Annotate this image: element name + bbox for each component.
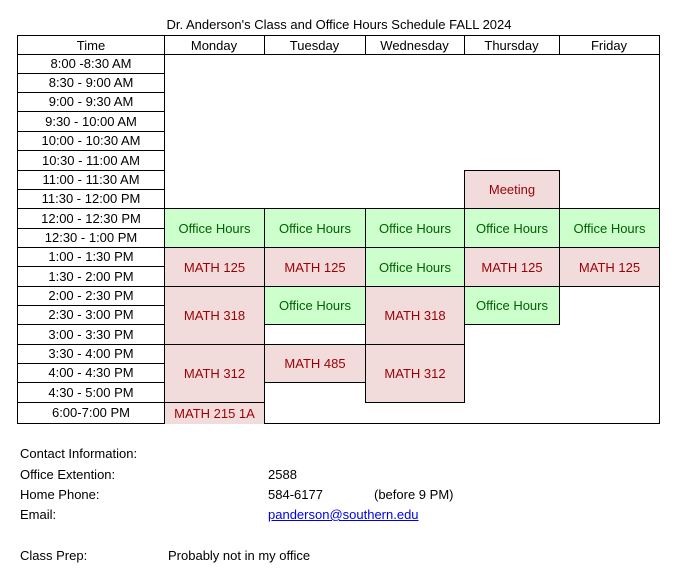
header-thursday: Thursday bbox=[464, 35, 560, 55]
time-slot: 4:30 - 5:00 PM bbox=[17, 382, 165, 403]
schedule-title: Dr. Anderson's Class and Office Hours Sc… bbox=[166, 17, 512, 32]
time-slot: 4:00 - 4:30 PM bbox=[17, 363, 165, 383]
header-time: Time bbox=[17, 35, 165, 55]
event-math-312[interactable]: MATH 312 bbox=[164, 344, 265, 403]
header-friday: Friday bbox=[559, 35, 660, 55]
email-label: Email: bbox=[20, 507, 57, 522]
event-office-hours[interactable]: Office Hours bbox=[559, 208, 660, 248]
event-math-215-1a[interactable]: MATH 215 1A bbox=[164, 402, 265, 424]
event-math-312[interactable]: MATH 312 bbox=[365, 344, 465, 403]
time-slot: 9:00 - 9:30 AM bbox=[17, 92, 165, 112]
event-office-hours[interactable]: Office Hours bbox=[164, 208, 265, 248]
class-prep-value: Probably not in my office bbox=[168, 548, 311, 563]
home-phone-value: 584-6177 bbox=[268, 487, 323, 502]
event-math-125[interactable]: MATH 125 bbox=[264, 247, 366, 287]
office-extension-label: Office Extention: bbox=[20, 467, 116, 482]
event-office-hours[interactable]: Office Hours bbox=[264, 286, 366, 325]
time-slot: 3:00 - 3:30 PM bbox=[17, 324, 165, 345]
time-slot: 1:00 - 1:30 PM bbox=[17, 247, 165, 267]
time-slot: 12:30 - 1:00 PM bbox=[17, 228, 165, 248]
time-slot: 2:30 - 3:00 PM bbox=[17, 305, 165, 325]
event-office-hours[interactable]: Office Hours bbox=[365, 247, 465, 287]
event-meeting[interactable]: Meeting bbox=[464, 170, 560, 209]
time-slot: 1:30 - 2:00 PM bbox=[17, 266, 165, 287]
time-slot: 6:00-7:00 PM bbox=[17, 402, 165, 424]
office-extension-value: 2588 bbox=[268, 467, 297, 482]
class-prep-label: Class Prep: bbox=[20, 548, 88, 563]
event-office-hours[interactable]: Office Hours bbox=[464, 286, 560, 325]
contact-heading: Contact Information: bbox=[20, 446, 138, 461]
time-slot: 3:30 - 4:00 PM bbox=[17, 344, 165, 364]
time-slot: 9:30 - 10:00 AM bbox=[17, 112, 165, 132]
event-office-hours[interactable]: Office Hours bbox=[464, 208, 560, 248]
home-phone-label: Home Phone: bbox=[20, 487, 100, 502]
home-phone-note: (before 9 PM) bbox=[374, 487, 454, 502]
header-tuesday: Tuesday bbox=[264, 35, 366, 55]
header-monday: Monday bbox=[164, 35, 265, 55]
time-slot: 8:30 - 9:00 AM bbox=[17, 73, 165, 93]
event-math-485[interactable]: MATH 485 bbox=[264, 344, 366, 383]
time-slot: 10:30 - 11:00 AM bbox=[17, 150, 165, 171]
time-slot: 11:30 - 12:00 PM bbox=[17, 189, 165, 209]
email-link[interactable]: panderson@southern.edu bbox=[268, 507, 419, 522]
time-slot: 8:00 -8:30 AM bbox=[17, 54, 165, 74]
event-math-125[interactable]: MATH 125 bbox=[559, 247, 660, 287]
event-math-125[interactable]: MATH 125 bbox=[464, 247, 560, 287]
event-office-hours[interactable]: Office Hours bbox=[264, 208, 366, 248]
time-slot: 2:00 - 2:30 PM bbox=[17, 286, 165, 306]
time-slot: 10:00 - 10:30 AM bbox=[17, 131, 165, 151]
event-office-hours[interactable]: Office Hours bbox=[365, 208, 465, 248]
event-math-125[interactable]: MATH 125 bbox=[164, 247, 265, 287]
header-wednesday: Wednesday bbox=[365, 35, 465, 55]
event-math-318[interactable]: MATH 318 bbox=[365, 286, 465, 345]
event-math-318[interactable]: MATH 318 bbox=[164, 286, 265, 345]
time-slot: 11:00 - 11:30 AM bbox=[17, 170, 165, 190]
time-slot: 12:00 - 12:30 PM bbox=[17, 208, 165, 229]
